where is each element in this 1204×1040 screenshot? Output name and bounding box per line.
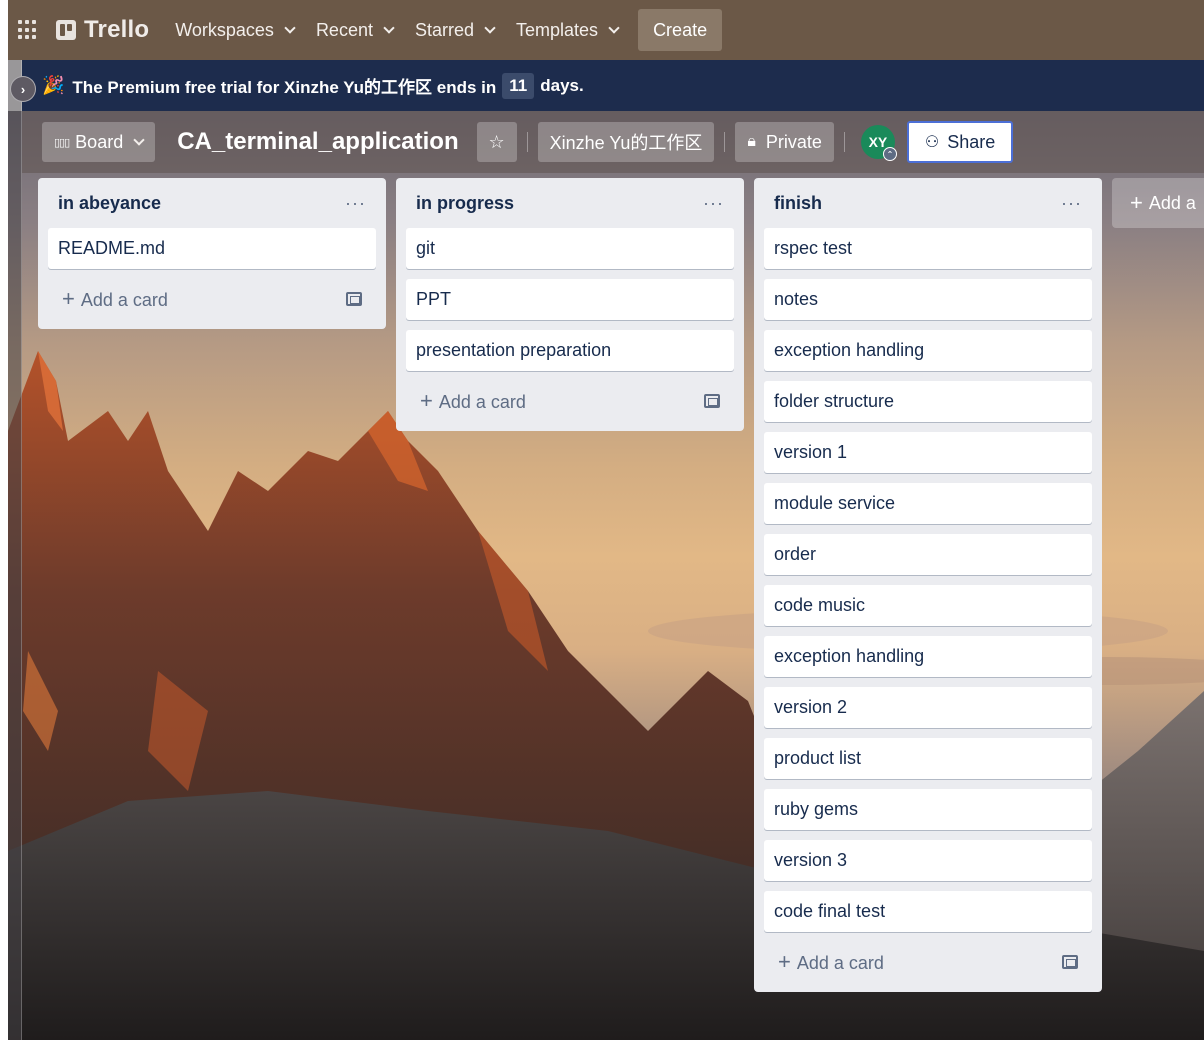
- days-remaining-badge: 11: [502, 72, 535, 99]
- nav-recent[interactable]: Recent: [315, 10, 395, 50]
- card[interactable]: git: [406, 228, 734, 269]
- avatar-initials: XY: [868, 134, 888, 150]
- list-in-abeyance: in abeyance ··· README.md + Add a card: [38, 178, 386, 329]
- card[interactable]: code music: [764, 585, 1092, 626]
- board-view-icon: ▯▯▯: [54, 136, 70, 149]
- board-view-label: Board: [75, 131, 124, 152]
- sidebar-rail: [8, 60, 22, 1040]
- list-header[interactable]: finish ···: [764, 178, 1092, 228]
- card[interactable]: order: [764, 534, 1092, 575]
- banner-prefix: The Premium free trial for Xinzhe Yu的工作区…: [72, 78, 497, 97]
- trello-logo-icon: [56, 20, 76, 40]
- ellipsis-icon[interactable]: ···: [703, 193, 724, 214]
- add-list-label: Add a: [1148, 192, 1196, 213]
- card[interactable]: folder structure: [764, 381, 1092, 422]
- card[interactable]: code final test: [764, 891, 1092, 932]
- nav-starred[interactable]: Starred: [414, 10, 496, 50]
- avatar[interactable]: XY ⌃: [860, 125, 897, 161]
- party-popper-icon: 🎉: [42, 75, 65, 95]
- plus-icon: +: [778, 949, 791, 974]
- add-card-label: Add a card: [796, 953, 884, 973]
- card[interactable]: module service: [764, 483, 1092, 524]
- share-label: Share: [947, 131, 996, 152]
- list-title: in abeyance: [58, 192, 162, 213]
- chevron-right-icon[interactable]: ›: [10, 76, 36, 102]
- admin-badge-icon: ⌃: [882, 147, 897, 161]
- nav-workspaces[interactable]: Workspaces: [175, 10, 296, 50]
- add-card-button[interactable]: + Add a card: [406, 381, 734, 421]
- card[interactable]: README.md: [48, 228, 376, 269]
- list-finish: finish ··· rspec test notes exception ha…: [754, 178, 1102, 992]
- chevron-down-icon: [284, 21, 296, 34]
- nav-starred-label: Starred: [414, 19, 475, 40]
- card[interactable]: exception handling: [764, 636, 1092, 677]
- card-template-icon[interactable]: [346, 292, 362, 306]
- card[interactable]: rspec test: [764, 228, 1092, 269]
- ellipsis-icon[interactable]: ···: [345, 193, 366, 214]
- card[interactable]: notes: [764, 279, 1092, 320]
- nav-recent-label: Recent: [315, 19, 373, 40]
- trial-banner: 🎉 The Premium free trial for Xinzhe Yu的工…: [22, 60, 1204, 111]
- card[interactable]: exception handling: [764, 330, 1092, 371]
- lock-icon: 🔒︎: [747, 133, 756, 150]
- add-card-button[interactable]: + Add a card: [764, 942, 1092, 982]
- card[interactable]: version 1: [764, 432, 1092, 473]
- card[interactable]: version 3: [764, 840, 1092, 881]
- visibility-button[interactable]: 🔒︎ Private: [735, 122, 834, 162]
- card[interactable]: ruby gems: [764, 789, 1092, 830]
- card[interactable]: presentation preparation: [406, 330, 734, 371]
- trello-logo-text: Trello: [84, 16, 150, 43]
- add-card-label: Add a card: [438, 392, 526, 412]
- visibility-label: Private: [765, 131, 822, 152]
- add-card-button[interactable]: + Add a card: [48, 279, 376, 319]
- card[interactable]: PPT: [406, 279, 734, 320]
- star-icon: ☆: [488, 131, 505, 152]
- board-title[interactable]: CA_terminal_application: [177, 128, 458, 156]
- add-card-label: Add a card: [80, 290, 168, 310]
- board-header: ▯▯▯ Board CA_terminal_application ☆ Xinz…: [22, 111, 1204, 173]
- ellipsis-icon[interactable]: ···: [1061, 193, 1082, 214]
- card-template-icon[interactable]: [704, 394, 720, 408]
- list-in-progress: in progress ··· git PPT presentation pre…: [396, 178, 744, 431]
- chevron-down-icon: [133, 133, 145, 146]
- card[interactable]: version 2: [764, 687, 1092, 728]
- nav-templates-label: Templates: [516, 19, 599, 40]
- list-header[interactable]: in progress ···: [406, 178, 734, 228]
- trello-logo[interactable]: Trello: [56, 16, 149, 44]
- board-view-switcher[interactable]: ▯▯▯ Board: [42, 122, 156, 162]
- plus-icon: +: [420, 388, 433, 413]
- header-divider: [724, 132, 726, 152]
- plus-icon: +: [62, 286, 75, 311]
- list-title: in progress: [416, 192, 515, 213]
- list-header[interactable]: in abeyance ···: [48, 178, 376, 228]
- chevron-down-icon: [484, 21, 496, 34]
- add-list-button[interactable]: + Add a: [1112, 178, 1204, 228]
- star-board-button[interactable]: ☆: [476, 122, 517, 162]
- create-button[interactable]: Create: [638, 9, 723, 51]
- workspace-button[interactable]: Xinzhe Yu的工作区: [537, 122, 715, 162]
- apps-grid-icon[interactable]: [18, 20, 38, 40]
- add-person-icon: ⚇: [924, 134, 940, 151]
- chevron-down-icon: [383, 21, 395, 34]
- header-divider: [526, 132, 528, 152]
- banner-suffix: days.: [540, 75, 584, 95]
- card-template-icon[interactable]: [1062, 955, 1078, 969]
- list-title: finish: [774, 192, 822, 213]
- card[interactable]: product list: [764, 738, 1092, 779]
- plus-icon: +: [1130, 190, 1143, 215]
- top-navigation: Trello Workspaces Recent Starred Templat…: [8, 0, 1204, 60]
- nav-workspaces-label: Workspaces: [175, 19, 274, 40]
- chevron-down-icon: [608, 21, 620, 34]
- share-button[interactable]: ⚇ Share: [906, 121, 1014, 163]
- header-divider: [843, 132, 845, 152]
- nav-templates[interactable]: Templates: [516, 10, 620, 50]
- window-edge: [0, 0, 8, 1040]
